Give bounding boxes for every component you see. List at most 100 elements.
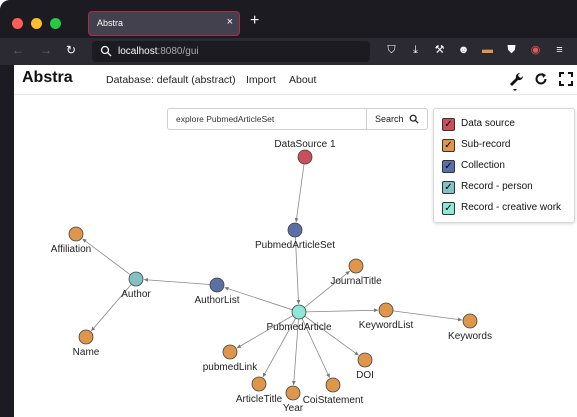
graph-node-nm[interactable]: Name: [73, 329, 100, 358]
legend-panel: ✓ Data source ✓ Sub-record ✓ Collection …: [433, 108, 575, 223]
forward-arrow-icon[interactable]: →: [40, 43, 52, 57]
graph-node-coi[interactable]: CoiStatement: [303, 377, 364, 406]
address-bar[interactable]: localhost:8080/gui: [92, 41, 370, 62]
graph-node-label: DOI: [356, 370, 374, 381]
graph-node-label: PubmedArticleSet: [255, 240, 335, 251]
graph-node-circle[interactable]: [222, 344, 238, 360]
search-button-label: Search: [375, 114, 404, 124]
graph-node-label: Author: [121, 289, 151, 300]
graph-node-circle[interactable]: [297, 149, 313, 165]
legend-label: Data source: [461, 118, 515, 129]
wrench-icon[interactable]: [508, 71, 524, 91]
back-arrow-icon[interactable]: ←: [12, 43, 24, 57]
graph-node-circle[interactable]: [378, 302, 394, 318]
tab-bar: Abstra × +: [0, 0, 577, 38]
legend-item-sub-record[interactable]: ✓ Sub-record: [442, 138, 572, 152]
graph-node-doi[interactable]: DOI: [356, 352, 374, 381]
graph-edge: [305, 308, 379, 313]
minimize-window-button[interactable]: [31, 18, 42, 29]
checkbox-checked-icon[interactable]: ✓: [442, 139, 455, 152]
legend-label: Record - person: [461, 181, 533, 192]
graph-node-label: ArticleTitle: [236, 394, 283, 405]
checkbox-checked-icon[interactable]: ✓: [442, 118, 455, 131]
checkbox-checked-icon[interactable]: ✓: [442, 160, 455, 173]
graph-node-circle[interactable]: [348, 258, 364, 274]
graph-node-pas[interactable]: PubmedArticleSet: [255, 222, 335, 251]
legend-item-collection[interactable]: ✓ Collection: [442, 159, 572, 173]
graph-node-label: AuthorList: [194, 295, 239, 306]
graph-node-ds1[interactable]: DataSource 1: [274, 139, 336, 165]
url-path: :8080/gui: [157, 46, 199, 57]
legend-item-record-creative-work[interactable]: ✓ Record - creative work: [442, 201, 572, 215]
fullscreen-icon[interactable]: [559, 72, 573, 86]
search-button[interactable]: Search: [366, 108, 428, 130]
graph-node-yr[interactable]: Year: [283, 385, 304, 414]
graph-edge: [143, 277, 211, 285]
maximize-window-button[interactable]: [50, 18, 61, 29]
url-text: localhost:8080/gui: [118, 46, 199, 57]
wrench-icon[interactable]: ⚒: [432, 43, 447, 58]
menu-about[interactable]: About: [289, 74, 316, 86]
browser-tab[interactable]: Abstra ×: [88, 11, 240, 36]
graph-nodes: DataSource 1 PubmedArticleSet PubmedArticl…: [51, 139, 492, 414]
graph-node-circle[interactable]: [285, 385, 301, 401]
shield-icon[interactable]: ⛊: [504, 43, 519, 58]
graph-node-au[interactable]: Author: [121, 271, 151, 300]
menu-database[interactable]: Database: default (abstract): [106, 74, 236, 86]
legend-item-data-source[interactable]: ✓ Data source: [442, 117, 572, 131]
close-window-button[interactable]: [12, 18, 23, 29]
graph-node-label: CoiStatement: [303, 395, 364, 406]
search-icon: [100, 45, 112, 57]
pocket-icon[interactable]: ⛉: [384, 43, 399, 58]
extension-icon[interactable]: ▬: [480, 43, 495, 58]
new-tab-button[interactable]: +: [250, 12, 259, 30]
graph-node-circle[interactable]: [325, 377, 341, 393]
url-host: localhost: [118, 46, 158, 57]
graph-node-al[interactable]: AuthorList: [194, 277, 240, 306]
graph-node-pa[interactable]: PubmedArticle: [266, 304, 332, 333]
graph-node-jt[interactable]: JournalTitle: [330, 258, 382, 287]
extension-icon[interactable]: ☻: [456, 43, 471, 58]
graph-node-label: pubmedLink: [203, 362, 258, 373]
graph-node-circle[interactable]: [251, 376, 267, 392]
legend-label: Collection: [461, 160, 505, 171]
tab-title: Abstra: [97, 18, 124, 28]
app-viewport: DataSource 1 PubmedArticleSet PubmedArticl…: [14, 65, 577, 417]
legend-item-record-person[interactable]: ✓ Record - person: [442, 180, 572, 194]
menu-import[interactable]: Import: [246, 74, 276, 86]
graph-node-circle[interactable]: [128, 271, 144, 287]
app-logo[interactable]: Abstra: [22, 69, 73, 87]
extension-icon[interactable]: ◉: [528, 43, 543, 58]
search-icon: [409, 114, 419, 124]
graph-node-pl[interactable]: pubmedLink: [203, 344, 258, 373]
checkbox-checked-icon[interactable]: ✓: [442, 202, 455, 215]
graph-node-label: Keywords: [448, 331, 492, 342]
graph-node-circle[interactable]: [357, 352, 373, 368]
graph-node-label: JournalTitle: [330, 276, 382, 287]
tab-close-icon[interactable]: ×: [227, 16, 233, 28]
graph-node-kl[interactable]: KeywordList: [359, 302, 414, 331]
browser-window: Abstra × + ← → ↻ localhost:8080/gui ⛉ ⤓ …: [0, 0, 577, 417]
graph-node-circle[interactable]: [78, 329, 94, 345]
checkbox-checked-icon[interactable]: ✓: [442, 181, 455, 194]
download-icon[interactable]: ⤓: [408, 43, 423, 58]
navigation-bar: ← → ↻ localhost:8080/gui ⛉ ⤓ ⚒ ☻ ▬ ⛊ ◉ ≡: [0, 38, 577, 65]
graph-node-circle[interactable]: [287, 222, 303, 238]
graph-edge: [294, 163, 305, 223]
legend-label: Record - creative work: [461, 202, 562, 213]
menu-icon[interactable]: ≡: [552, 43, 567, 58]
graph-node-circle[interactable]: [462, 313, 478, 329]
search-input[interactable]: [167, 108, 367, 130]
graph-edge: [392, 310, 463, 322]
graph-node-circle[interactable]: [291, 304, 307, 320]
graph-node-label: DataSource 1: [274, 139, 336, 150]
graph-node-circle[interactable]: [209, 277, 225, 293]
graph-node-circle[interactable]: [68, 226, 84, 242]
app-header: Abstra Database: default (abstract) Impo…: [14, 65, 577, 95]
graph-node-label: KeywordList: [359, 320, 414, 331]
reload-icon[interactable]: ↻: [66, 43, 76, 57]
graph-node-label: PubmedArticle: [266, 322, 331, 333]
graph-node-at[interactable]: ArticleTitle: [236, 376, 283, 405]
refresh-icon[interactable]: [534, 72, 548, 86]
graph-node-kw[interactable]: Keywords: [448, 313, 492, 342]
